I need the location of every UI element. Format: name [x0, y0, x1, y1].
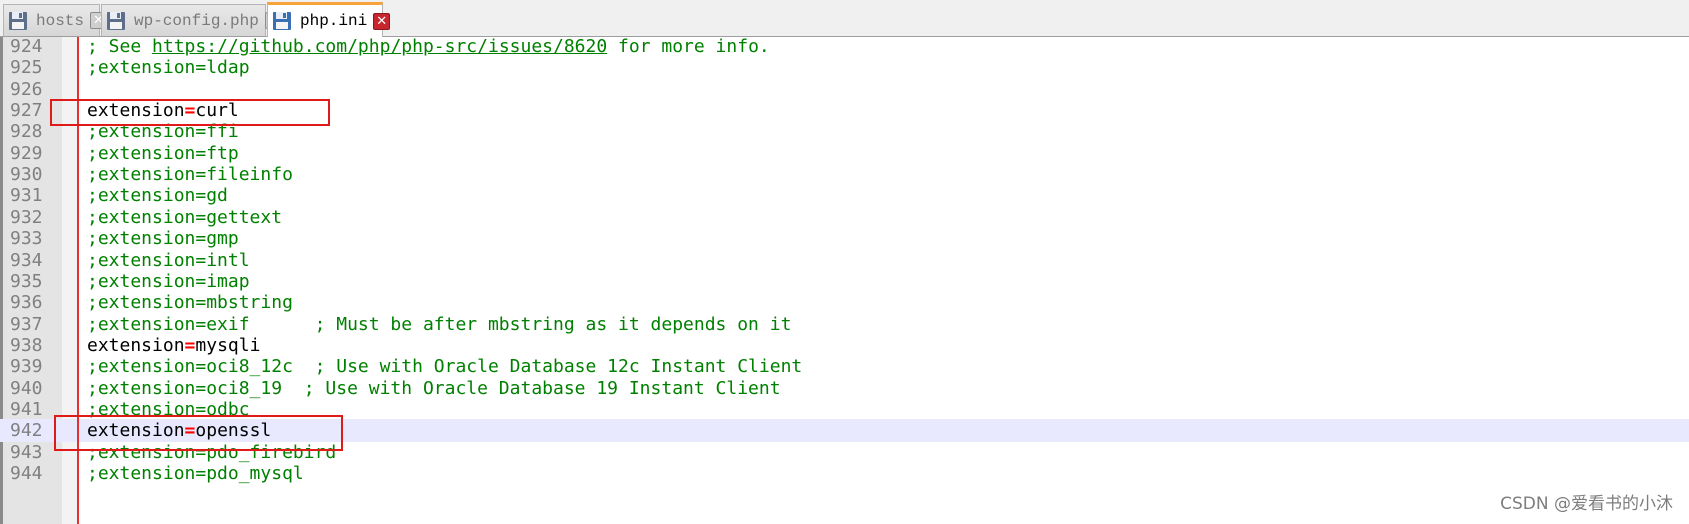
code-line[interactable]: 936 ;extension=mbstring — [0, 291, 1689, 314]
code-token: ;extension=fileinfo — [87, 164, 293, 186]
line-number: 925 — [10, 57, 43, 79]
code-token: ;extension=oci8_19 ; Use with Oracle Dat… — [87, 377, 781, 399]
line-number: 932 — [10, 206, 43, 228]
line-number: 937 — [10, 313, 43, 335]
code-line[interactable]: 940 ;extension=oci8_19 ; Use with Oracle … — [0, 377, 1689, 400]
code-token: ;extension=ftp — [87, 142, 239, 164]
code-text: ;extension=imap — [87, 270, 250, 293]
line-number: 944 — [10, 463, 43, 484]
code-line[interactable]: 939 ;extension=oci8_12c ; Use with Oracle… — [0, 355, 1689, 378]
line-number: 924 — [10, 36, 43, 57]
code-token: ;extension=gd — [87, 185, 228, 207]
code-line[interactable]: 933 ;extension=gmp — [0, 227, 1689, 250]
code-token: ;extension=pdo_mysql — [87, 463, 304, 484]
code-line[interactable]: 924 ; See https://github.com/php/php-src/… — [0, 35, 1689, 58]
code-line[interactable]: 929 ;extension=ftp — [0, 142, 1689, 165]
code-line[interactable]: 938 extension=mysqli — [0, 334, 1689, 357]
code-text: ; See https://github.com/php/php-src/iss… — [87, 35, 770, 58]
code-text: ;extension=mbstring — [87, 291, 293, 314]
tab-label: hosts — [36, 11, 85, 30]
code-text: ;extension=exif ; Must be after mbstring… — [87, 313, 791, 336]
code-line[interactable]: 937 ;extension=exif ; Must be after mbstr… — [0, 313, 1689, 336]
code-token: = — [184, 334, 196, 356]
line-number: 935 — [10, 270, 43, 292]
floppy-disk-icon — [8, 11, 28, 31]
code-text: ;extension=gd — [87, 184, 228, 207]
line-number: 928 — [10, 121, 43, 143]
tab-label: php.ini — [300, 12, 368, 30]
code-token: ;extension=gettext — [87, 206, 283, 228]
url-link[interactable]: https://github.com/php/php-src/issues/86… — [152, 36, 607, 57]
code-token: ;extension=mbstring — [87, 292, 293, 314]
code-token: extension — [87, 334, 185, 356]
code-text: ;extension=oci8_19 ; Use with Oracle Dat… — [87, 377, 781, 400]
line-number: 926 — [10, 78, 43, 100]
tab-label: wp-config.php — [134, 11, 259, 30]
code-token: mysqli — [195, 334, 261, 356]
line-number: 936 — [10, 292, 43, 314]
code-token: ;extension=oci8_12c ; Use with Oracle Da… — [87, 356, 803, 378]
code-editor[interactable]: 924 ; See https://github.com/php/php-src/… — [0, 35, 1689, 524]
annotation-box-curl — [50, 99, 330, 126]
code-text: ;extension=oci8_12c ; Use with Oracle Da… — [87, 355, 802, 378]
code-text: ;extension=pdo_mysql — [87, 462, 304, 485]
line-number: 943 — [10, 441, 43, 463]
code-text: ;extension=fileinfo — [87, 163, 293, 186]
floppy-disk-icon — [272, 11, 292, 31]
code-line[interactable]: 944 ;extension=pdo_mysql — [0, 462, 1689, 485]
line-number: 931 — [10, 185, 43, 207]
close-icon[interactable]: ✕ — [373, 12, 391, 30]
code-text: ;extension=ldap — [87, 56, 250, 79]
line-number: 941 — [10, 398, 43, 420]
line-number: 939 — [10, 356, 43, 378]
code-token: ; See — [87, 36, 153, 57]
code-line[interactable]: 931 ;extension=gd — [0, 184, 1689, 207]
code-token: ;extension=imap — [87, 270, 250, 292]
code-line[interactable]: 935 ;extension=imap — [0, 270, 1689, 293]
code-line[interactable]: 930 ;extension=fileinfo — [0, 163, 1689, 186]
line-number: 930 — [10, 164, 43, 186]
code-token: ;extension=gmp — [87, 228, 239, 250]
code-token: ;extension=intl — [87, 249, 250, 271]
line-number: 933 — [10, 228, 43, 250]
line-number: 942 — [10, 420, 43, 442]
tab-bar: hosts✕wp-config.php✕ php.ini ✕ — [0, 0, 1689, 37]
code-line[interactable]: 926 — [0, 78, 1689, 101]
code-text: extension=mysqli — [87, 334, 260, 357]
line-number: 927 — [10, 100, 43, 122]
code-line[interactable]: 934 ;extension=intl — [0, 249, 1689, 272]
line-number: 938 — [10, 334, 43, 356]
code-token: ;extension=exif ; Must be after mbstring… — [87, 313, 792, 335]
code-text: ;extension=intl — [87, 249, 250, 272]
annotation-box-openssl — [54, 415, 343, 451]
line-number: 929 — [10, 142, 43, 164]
line-number: 940 — [10, 377, 43, 399]
tab-1[interactable]: wp-config.php✕ — [101, 4, 282, 36]
tab-2[interactable]: php.ini ✕ — [267, 2, 391, 37]
code-token: for more info. — [607, 36, 770, 57]
floppy-disk-icon — [106, 11, 126, 31]
code-token: ;extension=ldap — [87, 57, 250, 79]
code-text: ;extension=gmp — [87, 227, 239, 250]
code-line[interactable]: 925 ;extension=ldap — [0, 56, 1689, 79]
line-number: 934 — [10, 249, 43, 271]
code-text: ;extension=gettext — [87, 206, 282, 229]
code-text: ;extension=ftp — [87, 142, 239, 165]
tab-0[interactable]: hosts ✕ — [3, 4, 108, 36]
watermark: CSDN @爱看书的小沐 — [1500, 494, 1673, 514]
code-line[interactable]: 932 ;extension=gettext — [0, 206, 1689, 229]
